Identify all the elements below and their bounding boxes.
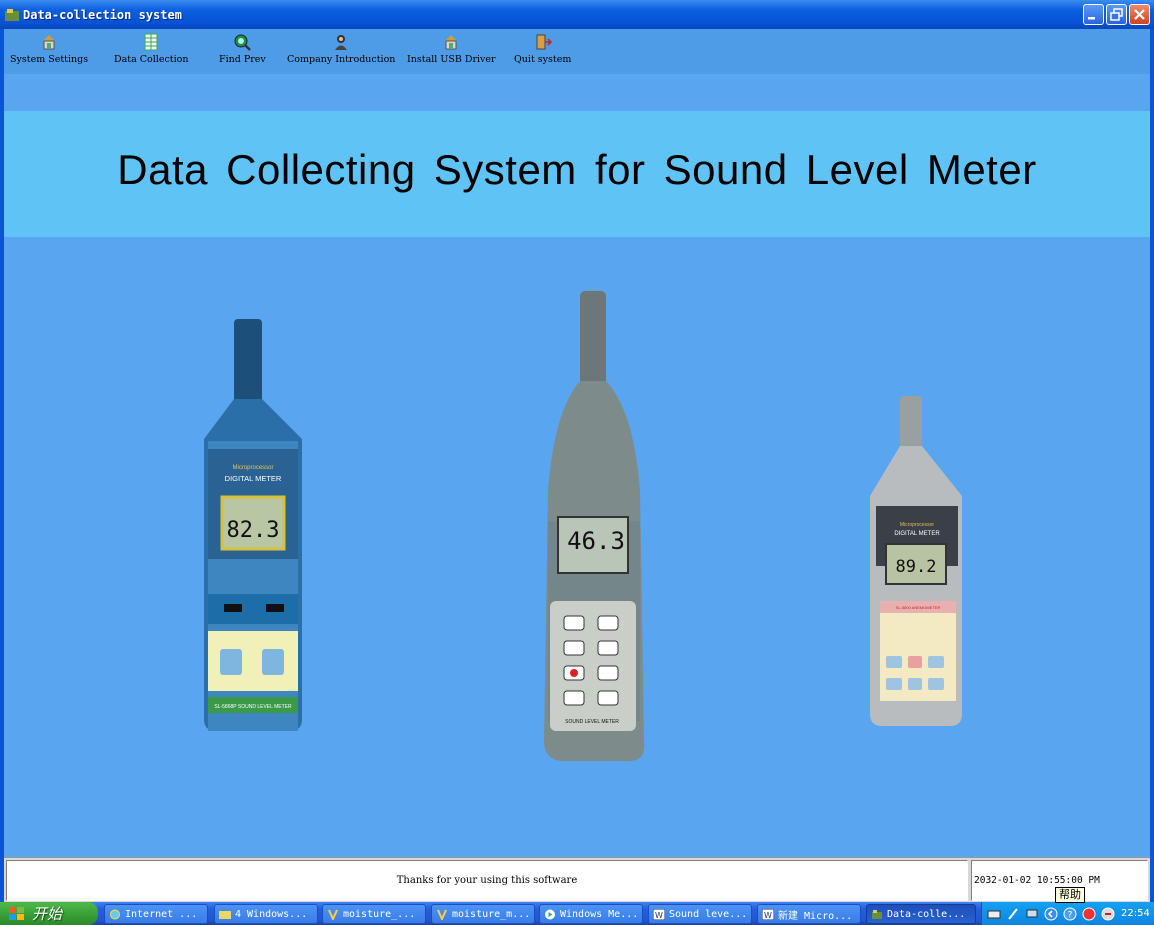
app-icon	[5, 8, 19, 21]
folder-icon	[219, 910, 231, 919]
taskbar-item-windows-group[interactable]: 4 Windows...	[214, 904, 318, 924]
status-bar: Thanks for your using this software 2032…	[4, 857, 1150, 902]
svg-text:?: ?	[1068, 910, 1073, 920]
company-introduction-button[interactable]: Company Introduction	[287, 33, 395, 65]
minimize-icon	[1088, 17, 1095, 20]
system-settings-button[interactable]: System Settings	[10, 33, 88, 65]
client-area: System Settings Data Collection Find Pre…	[4, 29, 1150, 902]
windows-logo-icon	[9, 906, 24, 920]
sound-level-meter-image-left: Microprocessor DIGITAL METER 82.3 SL-586…	[204, 319, 302, 731]
app-icon	[872, 909, 882, 919]
taskbar-item-sound-level[interactable]: W Sound leve...	[648, 904, 752, 924]
taskbar-item-new-microsoft[interactable]: W 新建 Micro...	[757, 904, 861, 924]
taskbar-item-moisture-1[interactable]: moisture_...	[322, 904, 426, 924]
taskbar-item-data-collection[interactable]: Data-colle...	[866, 904, 976, 924]
meter-model-text: SOUND LEVEL METER	[565, 719, 619, 725]
meter-model-text: SL-5800 ANEMOMETER	[896, 605, 941, 610]
svg-text:Microprocessor: Microprocessor	[900, 522, 935, 528]
word-icon: W	[762, 908, 774, 920]
app-window: Data-collection system System Settings D…	[0, 0, 1154, 902]
settings-icon	[43, 35, 56, 50]
sound-level-meter-image-center: 46.3 SOUND LEVEL METER	[544, 291, 645, 761]
taskbar-item-internet[interactable]: Internet ...	[104, 904, 208, 924]
magnifier-icon	[234, 34, 252, 51]
taskbar-item-windows-media[interactable]: Windows Me...	[539, 904, 643, 924]
close-button[interactable]	[1129, 4, 1150, 25]
media-player-icon	[545, 909, 555, 919]
page-title: Data Collecting System for Sound Level M…	[117, 146, 1037, 193]
taskbar-item-moisture-2[interactable]: moisture_m...	[431, 904, 535, 924]
svg-text:Microprocessor: Microprocessor	[232, 465, 273, 471]
app-icon	[328, 909, 338, 920]
help-icon[interactable]: ?	[1063, 907, 1077, 921]
start-label: 开始	[32, 905, 63, 923]
status-icon[interactable]	[1101, 907, 1115, 921]
data-sheet-icon	[144, 33, 158, 51]
svg-text:W: W	[764, 911, 772, 920]
app-icon	[437, 909, 447, 920]
quit-system-button[interactable]: Quit system	[514, 33, 571, 65]
system-tray: ? 22:54	[981, 902, 1154, 925]
exit-door-icon	[536, 34, 552, 50]
restore-icon	[1110, 8, 1123, 21]
window-title: Data-collection system	[23, 7, 182, 22]
close-icon	[1134, 9, 1145, 20]
tooltip: 帮助	[1055, 887, 1085, 903]
toolbar: System Settings Data Collection Find Pre…	[4, 29, 1150, 74]
back-arrow-icon[interactable]	[1044, 907, 1058, 921]
keyboard-icon[interactable]	[987, 907, 1001, 921]
find-prev-button[interactable]: Find Prev	[219, 33, 266, 65]
meter-display-text: 89.2	[896, 557, 937, 577]
meter-brand-text: DIGITAL METER	[894, 531, 940, 537]
svg-text:W: W	[655, 911, 663, 920]
minimize-button[interactable]	[1083, 4, 1104, 25]
install-icon	[445, 35, 458, 50]
shield-icon[interactable]	[1082, 907, 1096, 921]
person-icon	[335, 35, 348, 50]
sound-level-meter-image-right: Microprocessor DIGITAL METER 89.2 SL-580…	[870, 396, 962, 726]
network-icon[interactable]	[1025, 907, 1039, 921]
install-usb-driver-button[interactable]: Install USB Driver	[407, 33, 496, 65]
meter-display-text: 46.3	[567, 527, 625, 555]
data-collection-button[interactable]: Data Collection	[114, 33, 188, 65]
status-message: Thanks for your using this software	[6, 860, 968, 901]
meter-model-text: SL-5868P SOUND LEVEL METER	[214, 704, 292, 710]
pen-icon[interactable]	[1006, 907, 1020, 921]
taskbar-clock: 22:54	[1121, 908, 1150, 919]
taskbar: 开始 Internet ... 4 Windows... moisture_..…	[0, 902, 1154, 925]
meter-brand-text: DIGITAL METER	[225, 474, 282, 483]
title-bar[interactable]: Data-collection system	[0, 0, 1154, 29]
restore-button[interactable]	[1106, 4, 1127, 25]
meter-display-text: 82.3	[227, 518, 280, 543]
ie-icon	[110, 909, 120, 919]
start-button[interactable]: 开始	[0, 902, 98, 925]
word-icon: W	[653, 908, 665, 920]
